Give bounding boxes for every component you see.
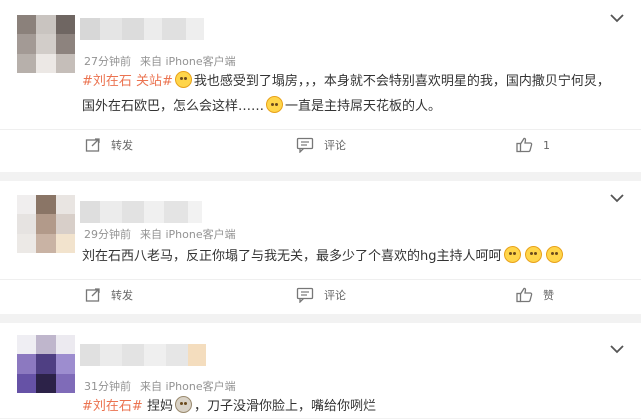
crying-emoji-icon (545, 246, 563, 263)
comment-button[interactable]: 评论 (296, 280, 346, 310)
repost-label: 转发 (111, 139, 133, 152)
post-time[interactable]: 31分钟前 (84, 380, 131, 393)
chevron-down-icon[interactable] (609, 343, 625, 355)
post-body: 捏妈 (146, 399, 173, 414)
crying-emoji-icon (174, 71, 192, 88)
post-body: 刘在石西八老马，反正你塌了与我无关，最多少了个喜欢的hg主持人呵呵 (82, 249, 502, 264)
repost-button[interactable]: 转发 (85, 130, 133, 160)
post-time[interactable]: 29分钟前 (84, 228, 131, 241)
post-body-end: 一直是主持屌天花板的人。 (285, 99, 442, 114)
repost-icon (85, 288, 100, 302)
avatar[interactable] (17, 335, 75, 393)
knife-emoji-icon (174, 396, 192, 413)
speechless-emoji-icon (266, 96, 284, 113)
post-text: #刘在石# 捏妈 ，刀子没滑你脸上，嘴给你咧烂 (82, 394, 621, 419)
chevron-down-icon[interactable] (609, 12, 625, 24)
post-text: #刘在石 关站# 我也感受到了塌房，，，本身就不会特别喜欢明星的我，国内撒贝宁何炅… (82, 69, 621, 119)
like-button[interactable]: 1 (516, 130, 550, 160)
post-card: 27分钟前 来自 iPhone客户端 #刘在石 关站# 我也感受到了塌房，，，本身就… (0, 0, 641, 172)
post-meta: 29分钟前 来自 iPhone客户端 (84, 226, 236, 242)
post-actions: 转发 评论 赞 (0, 279, 641, 309)
like-button[interactable]: 赞 (516, 280, 554, 310)
username-blurred[interactable] (80, 18, 204, 40)
comment-label: 评论 (324, 139, 346, 152)
like-label: 赞 (543, 289, 554, 302)
comment-label: 评论 (324, 289, 346, 302)
crying-emoji-icon (524, 246, 542, 263)
post-source: 来自 iPhone客户端 (140, 380, 236, 393)
topic-tag[interactable]: #刘在石 关站# (82, 74, 173, 89)
post-source: 来自 iPhone客户端 (140, 55, 236, 68)
avatar[interactable] (17, 195, 75, 253)
chevron-down-icon[interactable] (609, 192, 625, 204)
repost-label: 转发 (111, 289, 133, 302)
crying-emoji-icon (503, 246, 521, 263)
comment-icon (296, 137, 314, 153)
comment-icon (296, 287, 314, 303)
post-actions: 转发 评论 1 (0, 129, 641, 159)
comment-button[interactable]: 评论 (296, 130, 346, 160)
post-card: 29分钟前 来自 iPhone客户端 刘在石西八老马，反正你塌了与我无关，最多少了… (0, 181, 641, 314)
avatar[interactable] (17, 15, 75, 73)
repost-icon (85, 138, 100, 152)
topic-tag[interactable]: #刘在石# (82, 399, 143, 414)
like-count: 1 (543, 138, 550, 152)
post-meta: 31分钟前 来自 iPhone客户端 (84, 378, 236, 394)
post-meta: 27分钟前 来自 iPhone客户端 (84, 53, 236, 69)
post-time[interactable]: 27分钟前 (84, 55, 131, 68)
username-blurred[interactable] (80, 201, 202, 223)
post-source: 来自 iPhone客户端 (140, 228, 236, 241)
post-card: 31分钟前 来自 iPhone客户端 #刘在石# 捏妈 ，刀子没滑你脸上，嘴给你咧烂 (0, 323, 641, 418)
repost-button[interactable]: 转发 (85, 280, 133, 310)
username-blurred[interactable] (80, 344, 206, 366)
thumbs-up-icon (516, 137, 533, 153)
post-body-end: ，刀子没滑你脸上，嘴给你咧烂 (193, 399, 376, 414)
thumbs-up-icon (516, 287, 533, 303)
post-text: 刘在石西八老马，反正你塌了与我无关，最多少了个喜欢的hg主持人呵呵 (82, 244, 621, 269)
